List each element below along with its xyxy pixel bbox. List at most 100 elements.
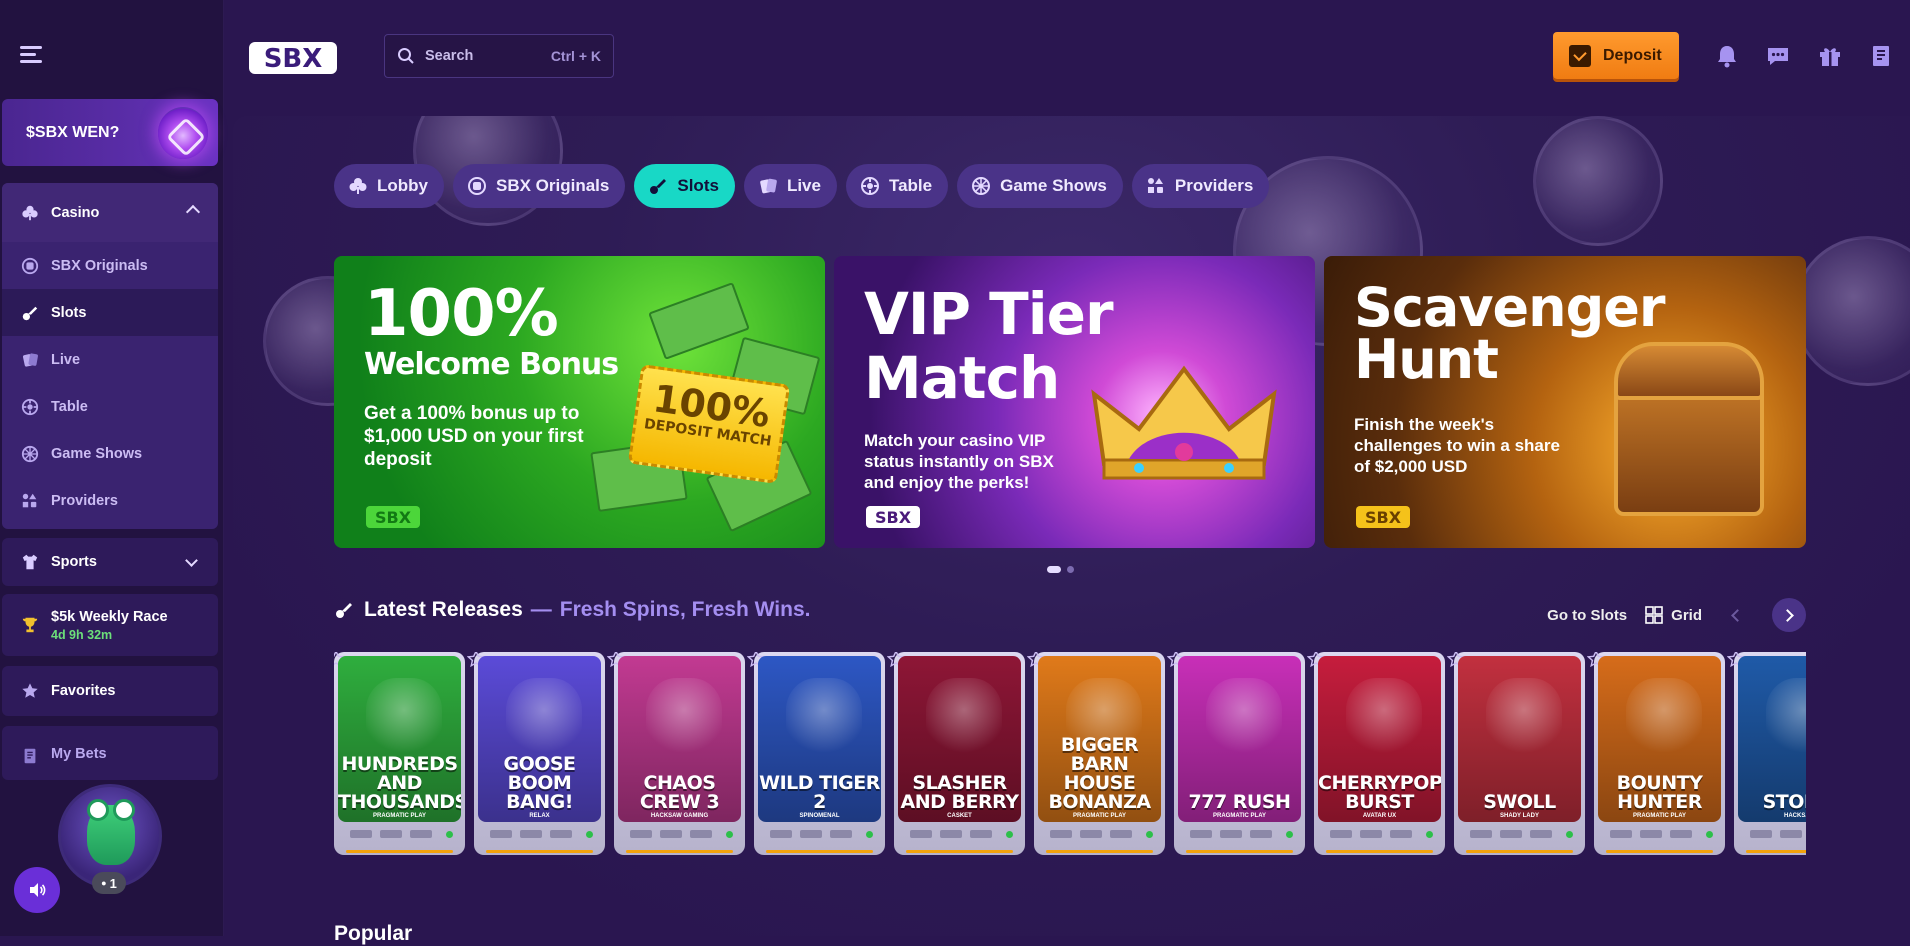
tab-slots[interactable]: Slots <box>634 164 735 208</box>
sbx-promo-card[interactable]: $SBX WEN? <box>2 99 218 166</box>
game-title: HUNDREDS AND THOUSANDS <box>338 753 461 813</box>
game-card[interactable]: WILD TIGER 2 SPINOMENAL <box>747 652 885 855</box>
sidebar-item-favorites[interactable]: Favorites <box>2 666 218 716</box>
slots-icon <box>20 303 40 323</box>
weekly-race-card[interactable]: $5k Weekly Race 4d 9h 32m <box>2 594 218 656</box>
sidebar-item-my-bets[interactable]: My Bets <box>2 726 218 780</box>
status-dot <box>1706 830 1713 838</box>
card-stripe <box>1606 850 1713 853</box>
slots-icon <box>648 176 668 196</box>
sidebar-item-label: Slots <box>51 304 87 321</box>
gift-icon[interactable] <box>1817 43 1845 69</box>
sidebar-item-label: Table <box>51 398 88 415</box>
tab-game-shows[interactable]: Game Shows <box>957 164 1123 208</box>
game-title: STORM <box>1762 791 1806 813</box>
game-title: SWOLL <box>1483 791 1556 813</box>
game-card-base <box>758 822 881 846</box>
sound-toggle-button[interactable] <box>14 867 60 913</box>
svg-text:SBX: SBX <box>875 508 912 527</box>
carousel-dot[interactable] <box>1067 566 1074 573</box>
svg-text:SBX: SBX <box>375 508 412 527</box>
game-art: 777 RUSH PRAGMATIC PLAY <box>1178 656 1301 822</box>
popular-title: Popular <box>334 922 413 945</box>
game-mascot-icon <box>506 678 582 758</box>
game-title: SLASHER AND BERRY <box>900 772 1019 813</box>
game-card-base <box>1458 822 1581 846</box>
download-icon <box>1569 44 1591 67</box>
sbx-logo[interactable]: SBX <box>249 40 337 81</box>
sidebar-item-table[interactable]: Table <box>2 383 218 430</box>
welcome-bonus-banner[interactable]: 100% Welcome Bonus Get a 100% bonus up t… <box>334 256 825 548</box>
game-provider: PRAGMATIC PLAY <box>1072 813 1126 819</box>
scavenger-hunt-banner[interactable]: Scavenger Hunt Finish the week's challen… <box>1324 256 1806 548</box>
game-card[interactable]: BOUNTY HUNTER PRAGMATIC PLAY <box>1587 652 1725 855</box>
sidebar-item-slots[interactable]: Slots <box>2 289 218 336</box>
chat-icon[interactable] <box>1765 43 1793 69</box>
section-title: Latest Releases <box>364 598 523 621</box>
menu-icon[interactable] <box>20 46 42 63</box>
tab-table[interactable]: Table <box>845 164 949 208</box>
game-card[interactable]: SLASHER AND BERRY CASKET <box>887 652 1025 855</box>
jersey-icon <box>20 552 40 572</box>
receipt-icon[interactable] <box>1868 43 1896 69</box>
clubs-icon <box>20 203 40 223</box>
carousel-dot[interactable] <box>1047 566 1061 573</box>
game-art: BIGGER BARN HOUSE BONANZA PRAGMATIC PLAY <box>1038 656 1161 822</box>
game-mascot-icon <box>646 678 722 758</box>
game-card-base <box>898 822 1021 846</box>
sidebar-item-providers[interactable]: Providers <box>2 477 218 524</box>
grid-toggle[interactable]: Grid <box>1645 606 1702 624</box>
sidebar-item-sbx-originals[interactable]: SBX Originals <box>2 242 218 289</box>
banner-subtitle: Welcome Bonus <box>364 347 619 382</box>
game-card[interactable]: HUNDREDS AND THOUSANDS PRAGMATIC PLAY <box>334 652 465 855</box>
game-card[interactable]: GOOSE BOOM BANG! RELAX <box>467 652 605 855</box>
game-card[interactable]: 777 RUSH PRAGMATIC PLAY <box>1167 652 1305 855</box>
status-dot <box>586 830 593 838</box>
tab-lobby[interactable]: Lobby <box>334 164 444 208</box>
receipt-icon <box>20 746 40 766</box>
game-card[interactable]: CHAOS CREW 3 HACKSAW GAMING <box>607 652 745 855</box>
search-shortcut: Ctrl + K <box>550 48 601 64</box>
status-dot <box>1566 830 1573 838</box>
game-card[interactable]: CHERRYPOP BURST AVATAR UX <box>1307 652 1445 855</box>
sbx-logo: SBX <box>1356 506 1410 528</box>
tab-label: Lobby <box>377 176 428 195</box>
prev-button[interactable] <box>1720 598 1754 632</box>
search-icon <box>398 48 414 64</box>
sidebar-item-label: SBX Originals <box>51 257 148 274</box>
sidebar-item-live[interactable]: Live <box>2 336 218 383</box>
sidebar-item-sports[interactable]: Sports <box>2 538 218 586</box>
game-card[interactable]: SWOLL SHADY LADY <box>1447 652 1585 855</box>
roulette-icon <box>20 397 40 417</box>
search-input[interactable]: Search Ctrl + K <box>384 34 614 78</box>
card-stripe <box>906 850 1013 853</box>
tab-live[interactable]: Live <box>743 164 837 208</box>
game-card[interactable]: BIGGER BARN HOUSE BONANZA PRAGMATIC PLAY <box>1027 652 1165 855</box>
game-card-base <box>1318 822 1441 846</box>
section-actions: Go to Slots Grid <box>1547 598 1806 632</box>
deposit-button[interactable]: Deposit <box>1553 32 1679 79</box>
next-button[interactable] <box>1772 598 1806 632</box>
game-card[interactable]: STORMHACKSAW <box>1727 652 1806 855</box>
tab-providers[interactable]: Providers <box>1131 164 1270 208</box>
game-provider: PRAGMATIC PLAY <box>372 813 426 819</box>
latest-releases-header: Latest Releases — Fresh Spins, Fresh Win… <box>334 598 810 622</box>
sidebar-item-game-shows[interactable]: Game Shows <box>2 430 218 477</box>
game-mascot-icon <box>1206 678 1282 758</box>
game-mascot-icon <box>366 678 442 758</box>
sidebar-item-label: Live <box>51 351 81 368</box>
bell-icon[interactable] <box>1714 43 1742 69</box>
game-title: 777 RUSH <box>1188 791 1291 813</box>
tab-label: SBX Originals <box>496 176 610 195</box>
casino-toggle[interactable]: Casino <box>2 183 218 242</box>
vip-tier-match-banner[interactable]: VIP Tier Match Match your casino VIP sta… <box>834 256 1315 548</box>
tab-label: Table <box>888 176 933 195</box>
go-to-slots-link[interactable]: Go to Slots <box>1547 607 1627 624</box>
tab-sbx-originals[interactable]: SBX Originals <box>453 164 626 208</box>
banner-body: Finish the week's challenges to win a sh… <box>1354 415 1560 476</box>
grid-icon <box>1645 606 1663 624</box>
game-card-base <box>1738 822 1806 846</box>
banner-title-line1: VIP Tier <box>864 280 1114 348</box>
clubs-icon <box>348 176 368 196</box>
avatar-level-value: 1 <box>109 875 117 891</box>
